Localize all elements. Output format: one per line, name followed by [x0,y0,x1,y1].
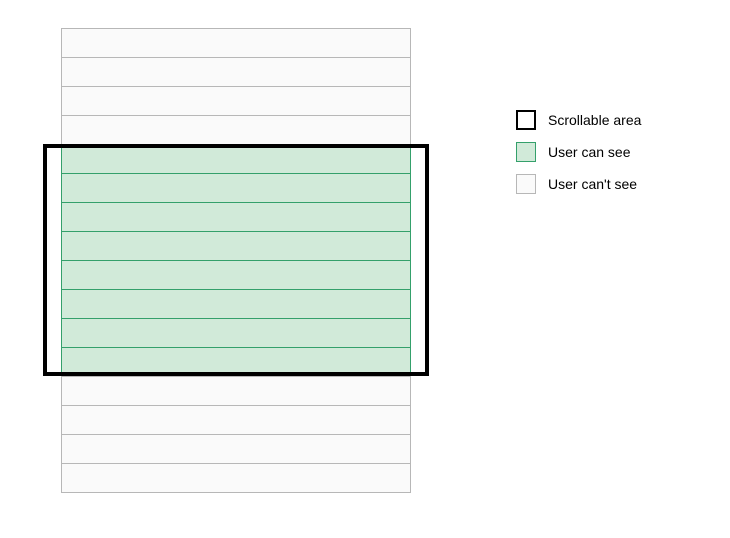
list-row-visible [61,347,411,377]
legend-swatch-invisible [516,174,536,194]
legend-label: Scrollable area [548,112,641,128]
list-row-visible [61,231,411,261]
legend-swatch-visible [516,142,536,162]
list-row-visible [61,202,411,232]
list-row-visible [61,144,411,174]
legend-label: User can see [548,144,630,160]
legend-swatch-scrollable [516,110,536,130]
list-row-hidden [61,57,411,87]
legend-item-invisible: User can't see [516,174,641,194]
list-row-hidden [61,405,411,435]
list-row-visible [61,289,411,319]
virtual-scroll-diagram [61,28,411,508]
list-stack [61,28,411,493]
legend-label: User can't see [548,176,637,192]
legend-item-scrollable: Scrollable area [516,110,641,130]
list-row-visible [61,260,411,290]
list-row-hidden [61,463,411,493]
list-row-visible [61,318,411,348]
list-row-hidden [61,115,411,145]
list-row-hidden [61,28,411,58]
list-row-hidden [61,434,411,464]
list-row-hidden [61,376,411,406]
legend-item-visible: User can see [516,142,641,162]
list-row-hidden [61,86,411,116]
legend: Scrollable area User can see User can't … [516,110,641,194]
list-row-visible [61,173,411,203]
